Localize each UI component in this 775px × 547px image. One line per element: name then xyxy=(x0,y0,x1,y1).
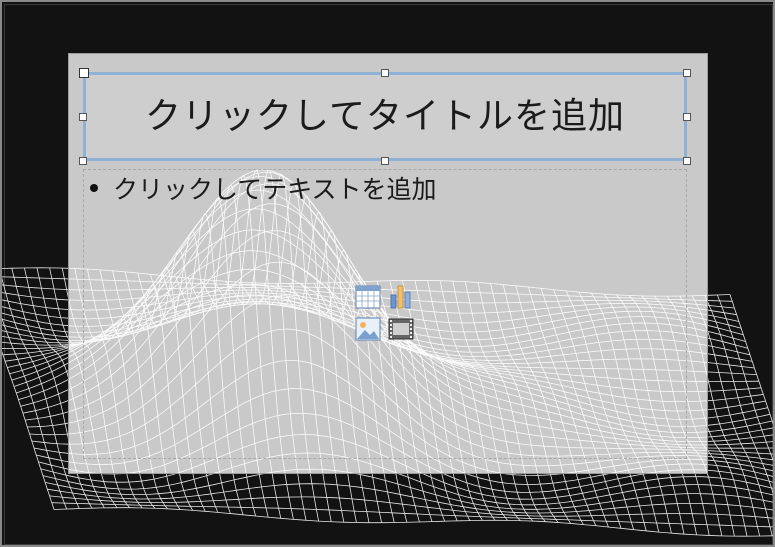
title-placeholder-text[interactable]: クリックしてタイトルを追加 xyxy=(145,98,625,135)
bullet-dot xyxy=(90,184,98,192)
resize-handle-right[interactable] xyxy=(683,113,691,121)
resize-handle-top[interactable] xyxy=(381,69,389,77)
insert-video-icon[interactable] xyxy=(388,316,414,342)
resize-handle-left[interactable] xyxy=(79,113,87,121)
mesh-line xyxy=(2,351,55,510)
resize-handle-top-left[interactable] xyxy=(79,68,89,78)
mesh-line xyxy=(51,502,773,528)
resize-handle-bottom[interactable] xyxy=(381,157,389,165)
mesh-line xyxy=(45,468,773,510)
title-placeholder[interactable]: クリックしてタイトルを追加 xyxy=(83,72,687,161)
insert-picture-icon[interactable] xyxy=(355,316,381,342)
resize-handle-bottom-right[interactable] xyxy=(683,157,691,165)
editor-window: クリックしてテキストを追加 クリックしてタイトルを追加 xyxy=(0,0,775,547)
insert-chart-icon[interactable] xyxy=(388,284,414,310)
resize-handle-top-right[interactable] xyxy=(683,69,691,77)
mesh-line xyxy=(2,277,80,509)
body-placeholder-text[interactable]: クリックしてテキストを追加 xyxy=(113,170,437,206)
insert-table-icon[interactable] xyxy=(355,284,381,310)
content-insert-icons xyxy=(355,284,417,344)
resize-handle-bottom-left[interactable] xyxy=(79,157,87,165)
body-bullet-row[interactable]: クリックしてテキストを追加 xyxy=(90,172,437,204)
